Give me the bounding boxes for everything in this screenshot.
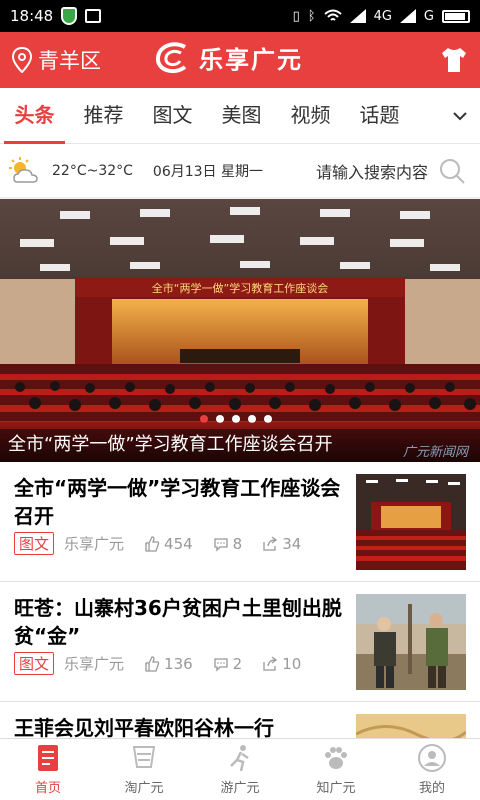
news-list: 全市“两学一做”学习教育工作座谈会召开 图文 乐享广元 454 8 34 旺苍：… bbox=[0, 462, 480, 738]
nav-label: 知广元 bbox=[316, 781, 356, 796]
news-thumbnail bbox=[356, 474, 466, 570]
search-icon[interactable] bbox=[438, 157, 466, 185]
logo-swirl-icon bbox=[156, 41, 187, 73]
vibrate-icon: ▯ bbox=[292, 8, 300, 24]
shares-stat: 10 bbox=[262, 655, 301, 673]
app-name: 乐享广元 bbox=[199, 46, 303, 74]
security-shield-icon bbox=[61, 7, 78, 25]
news-tag: 图文 bbox=[14, 652, 55, 675]
temperature-range: 22°C~32°C bbox=[52, 162, 133, 179]
nav-label: 首页 bbox=[34, 781, 61, 796]
news-title: 全市“两学一做”学习教育工作座谈会召开 bbox=[14, 476, 341, 528]
likes-count: 136 bbox=[164, 654, 193, 673]
tab-recommend[interactable]: 推荐 bbox=[69, 88, 138, 144]
wifi-icon bbox=[323, 9, 342, 21]
tab-photo-text[interactable]: 图文 bbox=[138, 88, 207, 144]
news-source: 乐享广元 bbox=[64, 535, 125, 553]
location-pin-icon bbox=[12, 47, 32, 73]
likes-stat: 136 bbox=[144, 655, 193, 673]
tshirt-icon[interactable] bbox=[440, 46, 468, 74]
screenshot-icon bbox=[85, 9, 102, 23]
news-item[interactable]: 王菲会见刘平春欧阳谷林一行 bbox=[0, 702, 480, 738]
news-meta: 图文 乐享广元 454 8 34 bbox=[14, 532, 321, 555]
location-label: 青羊区 bbox=[38, 49, 101, 73]
hero-carousel[interactable]: 全市“两学一做”学习教育工作座谈会 全市“两学一做”学习教育工作座谈会召开 广元… bbox=[0, 199, 480, 462]
nav-travel[interactable]: 游广元 bbox=[192, 739, 288, 800]
tab-pictures[interactable]: 美图 bbox=[207, 88, 276, 144]
nav-label: 游广元 bbox=[220, 781, 260, 796]
sun-cloud-icon bbox=[9, 156, 38, 183]
tab-topics[interactable]: 话题 bbox=[345, 88, 414, 144]
battery-icon bbox=[442, 9, 470, 23]
shares-count: 34 bbox=[282, 534, 302, 553]
signal-icon-2 bbox=[399, 9, 416, 23]
shop-icon bbox=[132, 746, 156, 768]
comments-count: 2 bbox=[232, 654, 243, 673]
news-title: 旺苍：山寨村36户贫困户土里刨出脱贫“金” bbox=[14, 596, 342, 648]
likes-count: 454 bbox=[164, 534, 193, 553]
travel-icon bbox=[230, 745, 249, 772]
bottom-navigation: 首页 淘广元 游广元 知广元 我的 bbox=[0, 738, 480, 800]
news-thumbnail bbox=[356, 594, 466, 690]
news-title: 王菲会见刘平春欧阳谷林一行 bbox=[14, 716, 274, 738]
search-input[interactable]: 请输入搜索内容 bbox=[316, 159, 428, 183]
news-item[interactable]: 全市“两学一做”学习教育工作座谈会召开 图文 乐享广元 454 8 34 bbox=[0, 462, 480, 582]
likes-stat: 454 bbox=[144, 535, 193, 553]
weather-search-bar: 22°C~32°C 06月13日 星期一 请输入搜索内容 bbox=[0, 144, 480, 198]
nav-mine[interactable]: 我的 bbox=[384, 739, 480, 800]
nav-shop[interactable]: 淘广元 bbox=[96, 739, 192, 800]
news-source: 乐享广元 bbox=[64, 655, 125, 673]
news-tag: 图文 bbox=[14, 532, 55, 555]
comments-count: 8 bbox=[232, 534, 243, 553]
comment-icon bbox=[214, 537, 228, 552]
thumbs-up-icon bbox=[145, 655, 160, 672]
news-item[interactable]: 旺苍：山寨村36户贫困户土里刨出脱贫“金” 图文 乐享广元 136 2 10 bbox=[0, 582, 480, 702]
hero-watermark: 广元新闻网 bbox=[402, 445, 468, 460]
current-date: 06月13日 星期一 bbox=[152, 163, 264, 180]
chevron-down-icon[interactable] bbox=[452, 108, 468, 124]
user-icon bbox=[418, 744, 446, 772]
comment-icon bbox=[214, 657, 228, 672]
status-time: 18:48 bbox=[10, 7, 54, 25]
shares-count: 10 bbox=[282, 654, 302, 673]
share-icon bbox=[263, 655, 278, 671]
hero-banner-text: 全市“两学一做”学习教育工作座谈会 bbox=[152, 281, 328, 295]
nav-home[interactable]: 首页 bbox=[0, 739, 96, 800]
bluetooth-icon: ᛒ bbox=[307, 8, 316, 24]
news-meta: 图文 乐享广元 136 2 10 bbox=[14, 652, 321, 675]
comments-stat: 8 bbox=[213, 534, 243, 553]
home-doc-icon bbox=[38, 745, 58, 771]
nav-label: 我的 bbox=[418, 781, 445, 796]
location-selector[interactable]: 青羊区 bbox=[0, 45, 101, 75]
shares-stat: 34 bbox=[262, 535, 301, 553]
comments-stat: 2 bbox=[213, 654, 243, 673]
tab-headlines[interactable]: 头条 bbox=[0, 88, 69, 144]
network-label-2: G bbox=[423, 8, 434, 24]
app-header: 青羊区 乐享广元 bbox=[0, 32, 480, 88]
status-bar: 18:48 ▯ ᛒ 4G G bbox=[0, 0, 480, 32]
network-label: 4G bbox=[373, 8, 392, 24]
thumbs-up-icon bbox=[145, 535, 160, 552]
tab-video[interactable]: 视频 bbox=[276, 88, 345, 144]
category-tabs: 头条 推荐 图文 美图 视频 话题 bbox=[0, 88, 480, 144]
paw-icon bbox=[325, 747, 347, 769]
share-icon bbox=[263, 535, 278, 551]
signal-icon bbox=[349, 9, 366, 23]
news-thumbnail bbox=[356, 714, 466, 738]
app-logo: 乐享广元 bbox=[155, 40, 303, 75]
nav-know[interactable]: 知广元 bbox=[288, 739, 384, 800]
nav-label: 淘广元 bbox=[124, 781, 164, 796]
